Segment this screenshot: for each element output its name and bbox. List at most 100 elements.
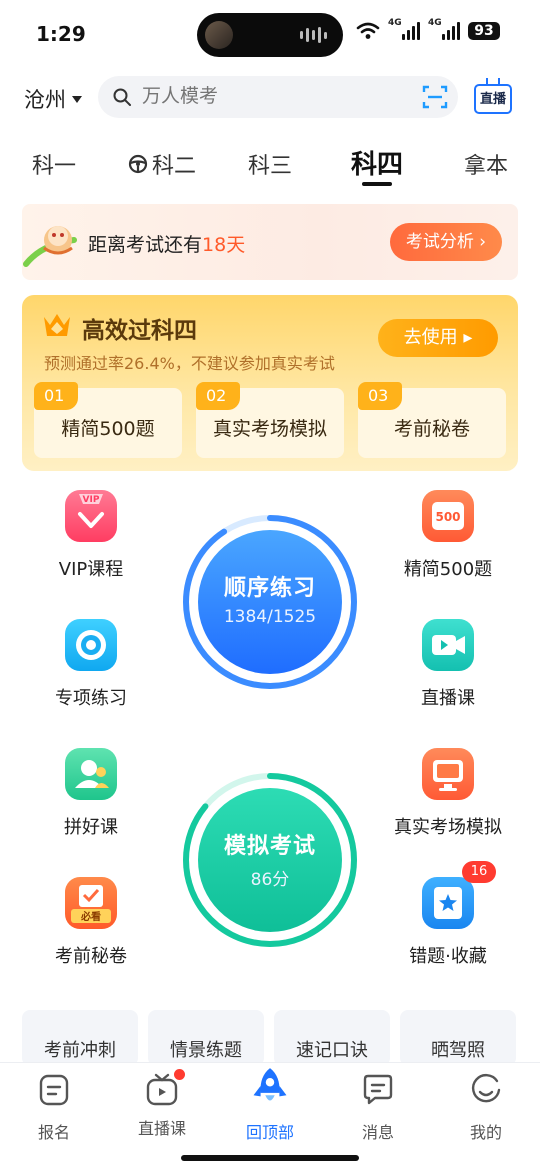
quick-tag-mnemonics[interactable]: 速记口诀	[274, 1010, 390, 1066]
monitor-icon	[422, 748, 474, 800]
feature-final-exam-paper[interactable]: 必看 考前秘卷	[11, 877, 171, 968]
tab-naben[interactable]: 拿本	[464, 148, 508, 180]
step-number: 02	[196, 382, 240, 410]
network-type-2: 4G	[428, 18, 442, 28]
live-label: 直播	[479, 92, 506, 107]
nav-back-to-top[interactable]: 回顶部	[230, 1068, 310, 1143]
nav-register[interactable]: 报名	[14, 1073, 94, 1143]
tab-ke2[interactable]: 科二	[128, 148, 196, 180]
search-icon	[113, 88, 131, 106]
search-bar[interactable]	[98, 76, 458, 118]
feature-live-course[interactable]: 直播课	[368, 619, 528, 710]
exam-countdown-text: 距离考试还有18天	[88, 230, 245, 257]
subject-tabs: 科一 科二 科三 科四 拿本	[0, 140, 540, 190]
sequential-practice-button[interactable]: 顺序练习 1384/1525	[182, 514, 358, 690]
target-icon	[65, 619, 117, 671]
tab-ke4[interactable]: 科四	[351, 144, 403, 181]
feature-label: 精简500题	[403, 559, 493, 580]
step-card-3[interactable]: 03 考前秘卷	[358, 382, 506, 458]
nav-label: 回顶部	[245, 1123, 294, 1142]
rocket-icon	[253, 1068, 287, 1101]
nav-label: 报名	[37, 1123, 70, 1142]
step-card-2[interactable]: 02 真实考场模拟	[196, 382, 344, 458]
feature-label: 错题·收藏	[409, 946, 487, 967]
tab-label: 科三	[248, 154, 293, 179]
quick-tag-sprint[interactable]: 考前冲刺	[22, 1010, 138, 1066]
quick-tag-show-license[interactable]: 晒驾照	[400, 1010, 516, 1066]
feature-real-exam-simulation[interactable]: 真实考场模拟	[368, 748, 528, 839]
exam-score-text: 86分	[250, 870, 290, 890]
exam-score-ring	[183, 773, 357, 947]
promo-subtitle: 预测通过率26.4%，不建议参加真实考试	[44, 354, 335, 373]
group-course-icon	[65, 748, 117, 800]
tab-ke1[interactable]: 科一	[32, 148, 76, 180]
mascot-icon	[23, 226, 77, 267]
promo-card[interactable]: 高效过科四 预测通过率26.4%，不建议参加真实考试 去使用 ▸ 01 精简50…	[22, 295, 518, 471]
wifi-icon	[356, 22, 380, 39]
must-see-icon: 必看	[65, 877, 117, 929]
battery-icon: 93	[468, 22, 500, 40]
feature-label: VIP课程	[58, 559, 124, 580]
city-selector[interactable]: 沧州	[24, 84, 82, 114]
city-label: 沧州	[24, 88, 66, 112]
tab-label: 拿本	[464, 154, 509, 179]
steering-wheel-icon	[128, 154, 148, 174]
feature-label: 直播课	[421, 688, 475, 709]
status-bar: 1:29 4G 4G 93	[0, 0, 540, 66]
mock-exam-button[interactable]: 模拟考试 86分	[182, 772, 358, 948]
tab-label: 科二	[152, 154, 197, 179]
feature-mistakes-favorites[interactable]: 16 错题·收藏	[368, 861, 528, 968]
feature-500-questions[interactable]: 500 精简500题	[368, 490, 528, 581]
practice-progress-ring	[183, 515, 357, 689]
step-card-1[interactable]: 01 精简500题	[34, 382, 182, 458]
nav-label: 消息	[361, 1123, 394, 1142]
exam-analysis-button[interactable]: 考试分析 ›	[390, 223, 502, 261]
audio-wave-icon	[300, 27, 327, 43]
quick-tag-scenario[interactable]: 情景练题	[148, 1010, 264, 1066]
home-indicator	[181, 1155, 359, 1161]
vip-course-icon: VIP	[65, 490, 117, 542]
network-type-1: 4G	[388, 18, 402, 28]
feature-label: 考前秘卷	[55, 946, 127, 967]
nav-live-course[interactable]: 直播课	[122, 1069, 202, 1139]
nav-messages[interactable]: 消息	[338, 1073, 418, 1143]
message-icon	[363, 1074, 393, 1105]
step-number: 03	[358, 382, 402, 410]
bookmark-star-icon: 16	[422, 861, 496, 929]
tab-ke3[interactable]: 科三	[248, 148, 292, 180]
nav-label: 直播课	[137, 1119, 186, 1138]
exam-title: 模拟考试	[223, 834, 316, 859]
search-input[interactable]	[142, 85, 402, 107]
feature-label: 专项练习	[55, 688, 127, 709]
feature-label: 拼好课	[64, 817, 118, 838]
status-icons: 4G 4G 93	[356, 18, 500, 40]
500-questions-icon: 500	[422, 490, 474, 542]
feature-group-course[interactable]: 拼好课	[11, 748, 171, 839]
countdown-prefix: 距离考试还有	[88, 234, 203, 256]
video-camera-icon	[422, 619, 474, 671]
register-icon	[39, 1074, 69, 1106]
svg-text:VIP: VIP	[83, 495, 100, 505]
step-label: 精简500题	[61, 418, 155, 440]
countdown-days: 18天	[202, 234, 246, 256]
feature-label: 真实考场模拟	[394, 817, 502, 838]
now-playing-thumbnail	[205, 21, 233, 49]
step-label: 真实考场模拟	[212, 418, 327, 440]
cellular-signal-icon: 4G	[388, 18, 420, 40]
live-tv-button[interactable]: 直播	[474, 78, 512, 114]
profile-icon	[472, 1074, 501, 1103]
tab-label: 科四	[351, 150, 404, 180]
status-time: 1:29	[36, 22, 86, 46]
practice-title: 顺序练习	[223, 576, 316, 601]
use-now-button[interactable]: 去使用 ▸	[378, 319, 498, 357]
promo-title: 高效过科四	[82, 318, 197, 344]
dynamic-island[interactable]	[197, 13, 343, 57]
exam-countdown-banner[interactable]: 距离考试还有18天 考试分析 ›	[22, 204, 518, 280]
feature-special-practice[interactable]: 专项练习	[11, 619, 171, 710]
tab-label: 科一	[32, 154, 77, 179]
nav-profile[interactable]: 我的	[446, 1073, 526, 1143]
scan-icon[interactable]	[422, 84, 448, 110]
step-label: 考前秘卷	[393, 418, 470, 440]
feature-vip-course[interactable]: VIP VIP课程	[11, 490, 171, 581]
caret-down-icon	[72, 95, 82, 103]
